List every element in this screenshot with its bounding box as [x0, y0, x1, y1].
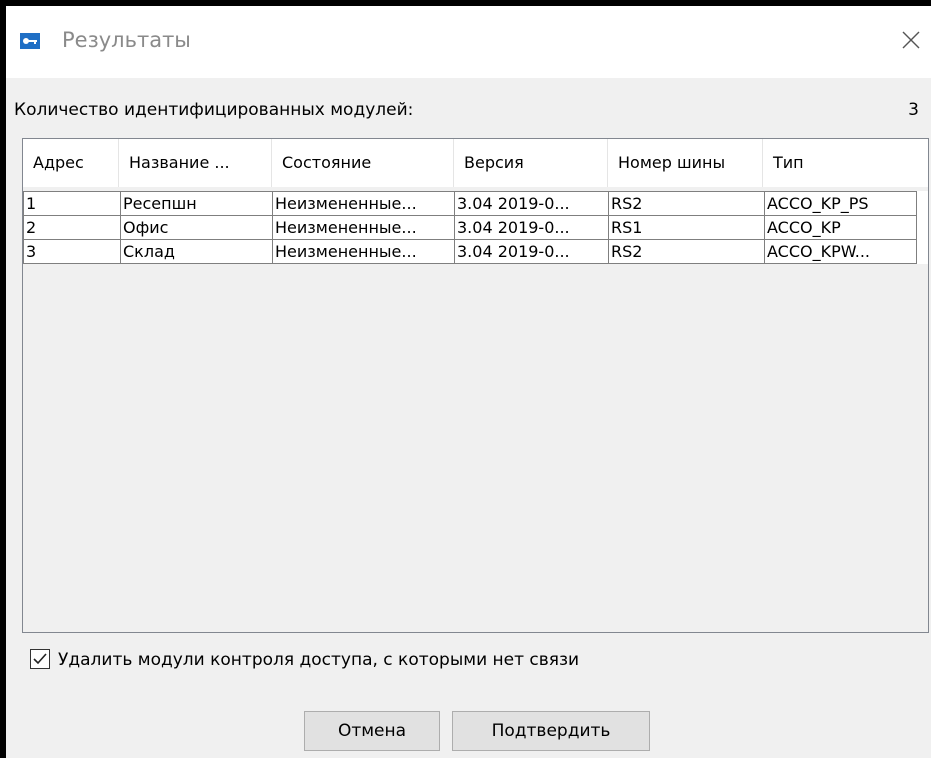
column-header-type[interactable]: Тип [763, 139, 928, 187]
identified-count-value: 3 [908, 100, 919, 120]
table-header: Адрес Название ... Состояние Версия Номе… [23, 139, 928, 187]
cell-address: 3 [23, 239, 121, 264]
column-header-version[interactable]: Версия [454, 139, 608, 187]
key-app-icon [20, 33, 40, 49]
checkmark-icon [33, 653, 47, 665]
close-button[interactable] [891, 16, 931, 64]
cell-type: ACCO_KPW... [764, 239, 917, 264]
cell-state: Неизмененные... [272, 239, 455, 264]
cell-address: 2 [23, 215, 121, 240]
cell-version: 3.04 2019-0... [454, 239, 609, 264]
cell-bus-number: RS2 [608, 239, 765, 264]
table-row[interactable]: 1 Ресепшн Неизмененные... 3.04 2019-0...… [23, 191, 928, 216]
cell-type: ACCO_KP_PS [764, 191, 917, 216]
cancel-button[interactable]: Отмена [304, 711, 440, 751]
table-row[interactable]: 3 Склад Неизмененные... 3.04 2019-0... R… [23, 239, 928, 264]
cell-version: 3.04 2019-0... [454, 191, 609, 216]
cell-name: Склад [120, 239, 273, 264]
cell-name: Офис [120, 215, 273, 240]
results-dialog: Результаты Количество идентифицированных… [0, 0, 931, 758]
close-icon [902, 31, 920, 49]
table-row[interactable]: 2 Офис Неизмененные... 3.04 2019-0... RS… [23, 215, 928, 240]
confirm-button[interactable]: Подтвердить [452, 711, 650, 751]
cell-type: ACCO_KP [764, 215, 917, 240]
column-header-address[interactable]: Адрес [23, 139, 119, 187]
cell-state: Неизмененные... [272, 215, 455, 240]
modules-table[interactable]: Адрес Название ... Состояние Версия Номе… [22, 138, 929, 633]
column-header-state[interactable]: Состояние [272, 139, 454, 187]
cell-bus-number: RS2 [608, 191, 765, 216]
identified-count-label: Количество идентифицированных модулей: [14, 100, 414, 120]
identified-count-row: Количество идентифицированных модулей: 3 [14, 100, 919, 128]
title-bar[interactable]: Результаты [6, 6, 931, 78]
cell-state: Неизмененные... [272, 191, 455, 216]
remove-unreachable-checkbox[interactable] [30, 649, 50, 669]
column-header-bus-number[interactable]: Номер шины [608, 139, 763, 187]
cell-bus-number: RS1 [608, 215, 765, 240]
remove-unreachable-option[interactable]: Удалить модули контроля доступа, с котор… [30, 647, 730, 673]
cell-name: Ресепшн [120, 191, 273, 216]
cell-version: 3.04 2019-0... [454, 215, 609, 240]
remove-unreachable-label: Удалить модули контроля доступа, с котор… [58, 650, 580, 670]
column-header-name[interactable]: Название ... [119, 139, 272, 187]
dialog-title: Результаты [62, 28, 191, 52]
cell-address: 1 [23, 191, 121, 216]
